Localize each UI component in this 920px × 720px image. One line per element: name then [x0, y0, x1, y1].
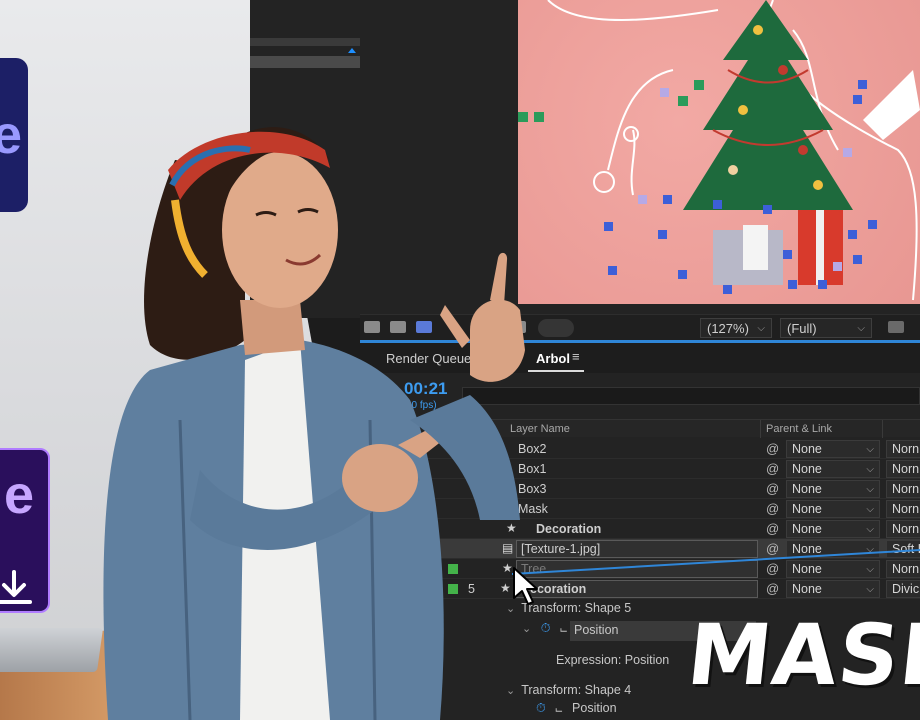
- property-label: Position: [572, 701, 617, 715]
- project-panel-strip: [250, 0, 360, 318]
- parent-link-header[interactable]: Parent & Link: [766, 423, 832, 435]
- chevron-down-icon[interactable]: ⌄: [434, 582, 443, 595]
- pickwhip-icon[interactable]: @: [766, 581, 779, 596]
- tab-arbol[interactable]: Arbol: [536, 351, 570, 366]
- property-position-shape-4[interactable]: ⏱ ⨽ Position: [536, 701, 617, 716]
- layer-row[interactable]: Box2 @ None ⌵ Norn: [360, 439, 920, 459]
- mouse-cursor-icon: [513, 567, 538, 605]
- active-tab-indicator: [528, 370, 584, 372]
- chevron-down-icon: ⌵: [866, 464, 874, 475]
- shape-layer-icon: ★: [500, 581, 511, 595]
- label-color-swatch[interactable]: [448, 564, 458, 574]
- layer-row[interactable]: ⌄ 5 ★ Decoration @ None ⌵ Divic: [360, 579, 920, 599]
- stopwatch-icon[interactable]: ⏱: [536, 701, 546, 716]
- blend-mode-select[interactable]: Norn: [886, 480, 920, 498]
- composition-canvas[interactable]: [518, 0, 920, 304]
- pickwhip-line: [512, 549, 920, 575]
- graph-icon[interactable]: ⨽: [555, 701, 562, 716]
- layer-row[interactable]: Box3 @ None ⌵ Norn: [360, 479, 920, 499]
- property-label: Transform: Shape 4: [521, 683, 632, 697]
- parent-select[interactable]: None ⌵: [786, 480, 880, 498]
- stopwatch-icon[interactable]: ⏱: [541, 621, 551, 636]
- thumbnail-title: MASKS: [682, 606, 920, 704]
- timeline-tabs: Render Queue Arbol ≡: [360, 343, 920, 373]
- toggle-pill[interactable]: [538, 319, 574, 337]
- chevron-down-icon: ⌵: [866, 584, 874, 595]
- column-header: Layer Name Parent & Link: [360, 419, 920, 438]
- graph-icon[interactable]: ⨽: [560, 621, 567, 636]
- blend-mode-select[interactable]: Divic: [886, 580, 920, 598]
- layer-row[interactable]: ★ Decoration @ None ⌵ Norn: [360, 519, 920, 539]
- chevron-down-icon[interactable]: ⌄: [506, 685, 515, 697]
- parent-select[interactable]: None ⌵: [786, 500, 880, 518]
- property-expression-position[interactable]: Expression: Position: [556, 653, 669, 667]
- after-effects-download-badge: e: [0, 448, 50, 613]
- layer-row[interactable]: Box1 @ None ⌵ Norn: [360, 459, 920, 479]
- blend-mode-select[interactable]: Norn: [886, 440, 920, 458]
- blend-mode-select[interactable]: Norn: [886, 460, 920, 478]
- parent-select[interactable]: None ⌵: [786, 460, 880, 478]
- layer-name[interactable]: Box2: [518, 442, 547, 456]
- layer-row[interactable]: Mask @ None ⌵ Norn: [360, 499, 920, 519]
- layer-search-input[interactable]: [462, 387, 920, 405]
- sort-arrow-icon[interactable]: [348, 48, 356, 53]
- christmas-tree-artwork: [518, 0, 920, 301]
- layer-name[interactable]: Box1: [518, 462, 547, 476]
- snapshot-icon[interactable]: [364, 321, 380, 333]
- chevron-down-icon: ⌵: [757, 322, 765, 334]
- folder-icon[interactable]: [390, 321, 406, 333]
- blend-mode-select[interactable]: Norn: [886, 500, 920, 518]
- label-color-swatch[interactable]: [448, 584, 458, 594]
- zoom-value: (127%): [707, 320, 749, 336]
- layer-name[interactable]: Decoration: [516, 580, 758, 598]
- layer-name[interactable]: Box3: [518, 482, 547, 496]
- pickwhip-icon[interactable]: @: [766, 501, 779, 516]
- chevron-right-icon[interactable]: ›: [434, 562, 438, 574]
- layer-name[interactable]: Decoration: [536, 522, 601, 536]
- layer-number: 5: [468, 582, 475, 596]
- parent-select[interactable]: None ⌵: [786, 440, 880, 458]
- download-icon: [0, 570, 32, 604]
- frame-rate-label: 30 fps): [406, 400, 437, 411]
- shape-layer-icon: ★: [506, 521, 517, 535]
- tab-menu-icon[interactable]: ≡: [572, 349, 580, 364]
- property-group-transform-shape-4[interactable]: ⌄ Transform: Shape 4: [506, 683, 631, 697]
- layer-name-header[interactable]: Layer Name: [510, 423, 570, 435]
- blend-mode-select[interactable]: Norn: [886, 520, 920, 538]
- chevron-down-icon[interactable]: ⌄: [522, 623, 531, 635]
- parent-select[interactable]: None ⌵: [786, 580, 880, 598]
- pickwhip-icon[interactable]: @: [766, 461, 779, 476]
- resolution-select[interactable]: (Full) ⌵: [780, 318, 872, 338]
- tab-render-queue[interactable]: Render Queue: [386, 351, 471, 366]
- pickwhip-icon[interactable]: @: [766, 441, 779, 456]
- pickwhip-icon[interactable]: @: [766, 481, 779, 496]
- parent-select[interactable]: None ⌵: [786, 520, 880, 538]
- pickwhip-icon[interactable]: @: [766, 521, 779, 536]
- chevron-down-icon: ⌵: [866, 524, 874, 535]
- current-time-display[interactable]: 00:21: [404, 379, 447, 399]
- color-picker-icon[interactable]: [416, 321, 432, 333]
- layer-name[interactable]: Mask: [518, 502, 548, 516]
- resolution-value: (Full): [787, 320, 817, 336]
- zoom-select[interactable]: (127%) ⌵: [700, 318, 772, 338]
- property-label: Expression: Position: [556, 653, 670, 667]
- chevron-down-icon: ⌵: [866, 444, 874, 455]
- viewer-toolbar: (127%) ⌵ (Full) ⌵: [360, 314, 920, 340]
- after-effects-logo: e: [0, 58, 28, 212]
- laptop: [0, 628, 104, 672]
- fast-preview-icon[interactable]: [888, 321, 904, 333]
- chevron-down-icon: ⌵: [857, 322, 865, 334]
- chevron-down-icon: ⌵: [866, 484, 874, 495]
- chevron-down-icon: ⌵: [866, 504, 874, 515]
- trash-icon[interactable]: [510, 321, 526, 333]
